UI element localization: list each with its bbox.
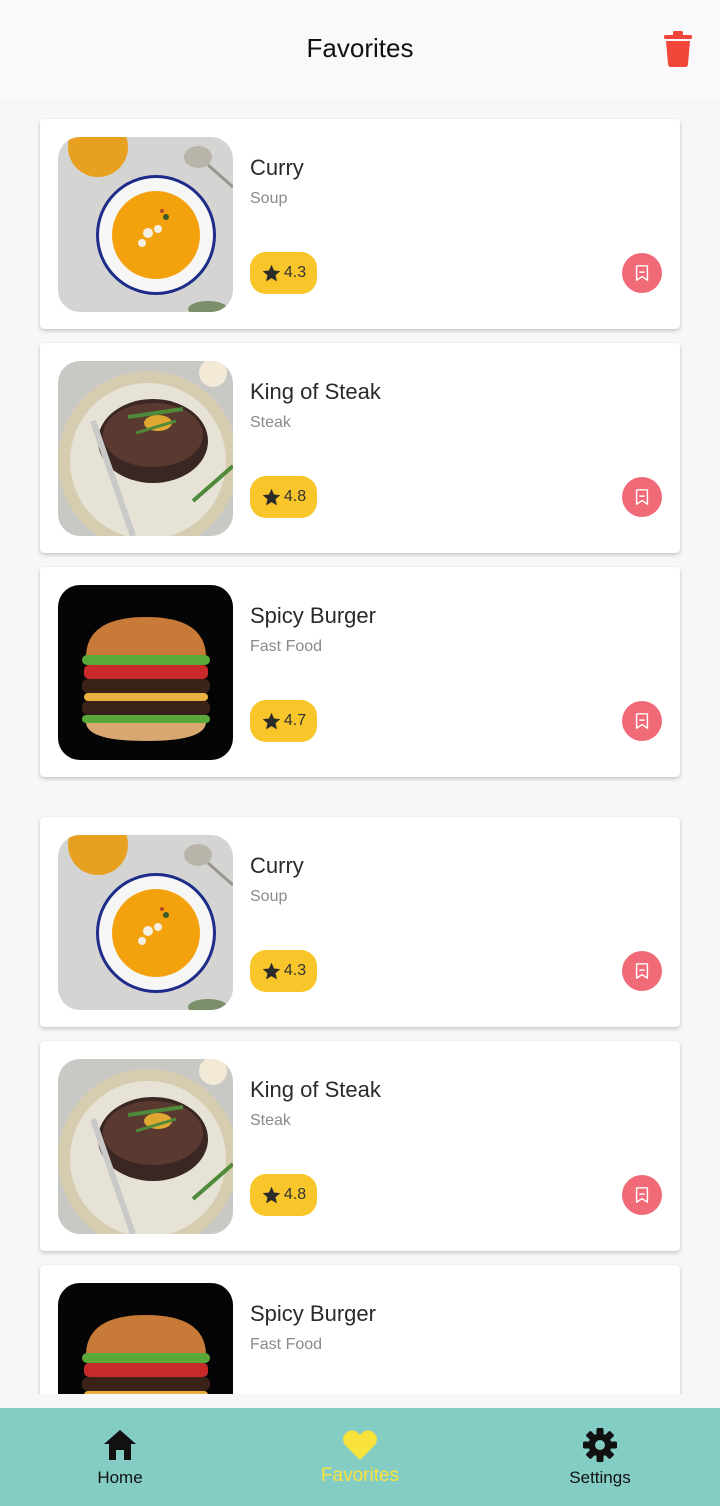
soup-image (58, 137, 233, 312)
heart-icon (343, 1430, 377, 1460)
dish-name: King of Steak (250, 379, 381, 404)
app: Favorites Curry Soup 4.3 King of Steak S… (0, 0, 720, 1506)
dish-category: Soup (250, 888, 288, 905)
favorite-card[interactable]: Spicy Burger Fast Food (40, 1265, 680, 1394)
nav-label: Home (97, 1468, 143, 1487)
bottom-nav: Home Favorites Settings (0, 1408, 720, 1506)
bookmark-button[interactable] (622, 253, 662, 293)
bookmark-button[interactable] (622, 951, 662, 991)
dish-category: Fast Food (250, 638, 323, 655)
star-icon (262, 488, 281, 505)
trash-icon (664, 31, 692, 67)
star-icon (262, 1186, 281, 1203)
dish-name: Spicy Burger (250, 1301, 376, 1326)
nav-item-home[interactable]: Home (0, 1408, 240, 1506)
steak-image (58, 1059, 233, 1234)
nav-label: Settings (569, 1468, 631, 1487)
rating-badge: 4.8 (250, 476, 317, 518)
rating-value: 4.8 (283, 1186, 307, 1203)
dish-category: Soup (250, 190, 288, 207)
rating-value: 4.3 (283, 264, 307, 281)
rating-value: 4.8 (283, 488, 307, 505)
favorite-card[interactable]: King of Steak Steak 4.8 (40, 1041, 680, 1251)
gear-icon (583, 1428, 617, 1462)
rating-badge: 4.3 (250, 950, 317, 992)
dish-name: Curry (250, 155, 304, 180)
bookmark-icon (635, 963, 649, 979)
star-icon (262, 962, 281, 979)
bookmark-icon (635, 265, 649, 281)
rating-value: 4.3 (283, 962, 307, 979)
rating-badge: 4.8 (250, 1174, 317, 1216)
nav-item-settings[interactable]: Settings (480, 1408, 720, 1506)
bookmark-icon (635, 489, 649, 505)
dish-category: Fast Food (250, 1336, 323, 1353)
dish-category: Steak (250, 414, 291, 431)
rating-badge: 4.3 (250, 252, 317, 294)
home-icon (104, 1430, 136, 1460)
star-icon (262, 264, 281, 281)
burger-image (58, 585, 233, 760)
nav-label: Favorites (320, 1465, 400, 1486)
rating-badge: 4.7 (250, 700, 317, 742)
dish-name: Curry (250, 853, 304, 878)
soup-image (58, 835, 233, 1010)
dish-category: Steak (250, 1112, 291, 1129)
burger-image (58, 1283, 233, 1394)
favorite-card[interactable]: Curry Soup 4.3 (40, 119, 680, 329)
bookmark-button[interactable] (622, 1175, 662, 1215)
favorites-list[interactable]: Curry Soup 4.3 King of Steak Steak 4.8 S… (0, 100, 720, 1394)
star-icon (262, 712, 281, 729)
bookmark-button[interactable] (622, 477, 662, 517)
bookmark-icon (635, 1187, 649, 1203)
dish-name: Spicy Burger (250, 603, 376, 628)
bookmark-icon (635, 713, 649, 729)
favorite-card[interactable]: King of Steak Steak 4.8 (40, 343, 680, 553)
nav-item-favorites[interactable]: Favorites (240, 1408, 480, 1506)
rating-value: 4.7 (283, 712, 307, 729)
bookmark-button[interactable] (622, 701, 662, 741)
favorite-card[interactable]: Spicy Burger Fast Food 4.7 (40, 567, 680, 777)
delete-all-button[interactable] (664, 31, 692, 67)
app-header: Favorites (0, 0, 720, 100)
favorite-card[interactable]: Curry Soup 4.3 (40, 817, 680, 1027)
steak-image (58, 361, 233, 536)
dish-name: King of Steak (250, 1077, 381, 1102)
page-title: Favorites (306, 32, 414, 63)
